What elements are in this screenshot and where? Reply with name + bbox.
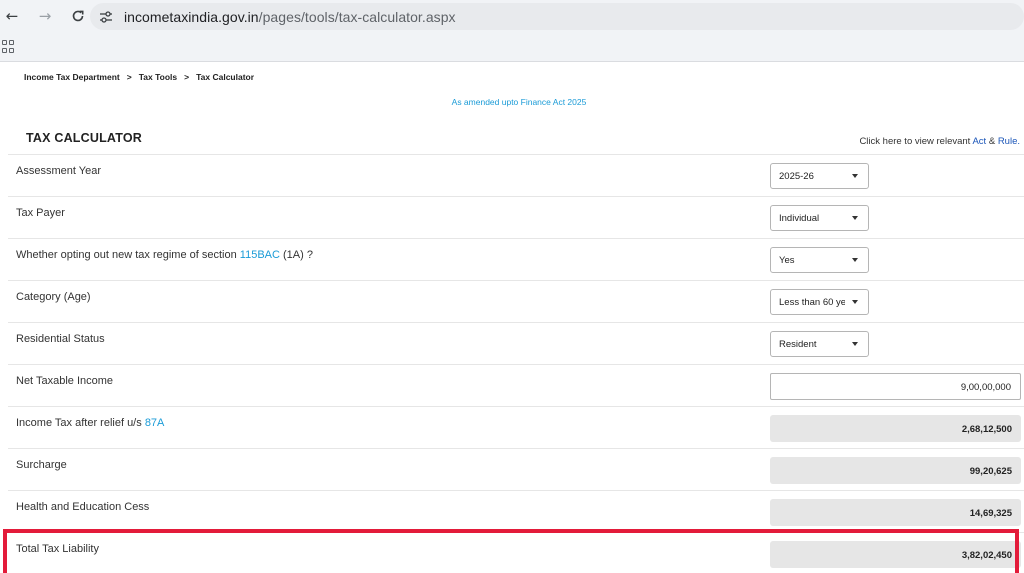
act-link[interactable]: Act: [972, 136, 986, 147]
income-tax-after-relief-label: Income Tax after relief u/s 87A: [16, 417, 164, 429]
row-category-age: Category (Age) Less than 60 years: [8, 280, 1024, 322]
row-residential-status: Residential Status Resident: [8, 322, 1024, 364]
residential-status-value: Resident: [779, 338, 817, 350]
row-surcharge: Surcharge 99,20,625: [8, 448, 1024, 490]
url-text: incometaxindia.gov.in/pages/tools/tax-ca…: [124, 9, 456, 25]
forward-arrow-icon[interactable]: →: [33, 4, 57, 28]
residential-status-select[interactable]: Resident: [770, 331, 869, 357]
breadcrumb-item-income-tax-department[interactable]: Income Tax Department: [24, 72, 120, 82]
chevron-down-icon: [852, 342, 858, 346]
address-bar[interactable]: incometaxindia.gov.in/pages/tools/tax-ca…: [90, 3, 1024, 30]
rule-link[interactable]: Rule.: [998, 136, 1020, 147]
chevron-down-icon: [852, 300, 858, 304]
breadcrumb-item-tax-tools[interactable]: Tax Tools: [139, 72, 177, 82]
breadcrumb: Income Tax Department > Tax Tools > Tax …: [24, 72, 254, 82]
chevron-down-icon: [852, 174, 858, 178]
bookmarks-bar: [0, 32, 1024, 62]
back-arrow-icon[interactable]: ←: [0, 4, 24, 28]
section-115bac-link[interactable]: 115BAC: [240, 249, 280, 261]
assessment-year-label: Assessment Year: [16, 165, 101, 177]
total-tax-liability-label: Total Tax Liability: [16, 543, 99, 555]
breadcrumb-separator: >: [126, 72, 132, 82]
row-health-education-cess: Health and Education Cess 14,69,325: [8, 490, 1024, 532]
page-title: TAX CALCULATOR: [26, 131, 142, 145]
breadcrumb-separator: >: [184, 72, 190, 82]
finance-act-note: As amended upto Finance Act 2025: [451, 97, 587, 107]
assessment-year-select[interactable]: 2025-26: [770, 163, 869, 189]
assessment-year-value: 2025-26: [779, 170, 814, 182]
opt-out-regime-label-suffix: (1A) ?: [283, 249, 313, 261]
act-rule-links: Click here to view relevant Act & Rule.: [859, 136, 1020, 147]
income-tax-after-relief-label-prefix: Income Tax after relief u/s: [16, 417, 142, 429]
opt-out-regime-label-prefix: Whether opting out new tax regime of sec…: [16, 249, 237, 261]
tax-payer-select[interactable]: Individual: [770, 205, 869, 231]
surcharge-value: 99,20,625: [770, 457, 1021, 484]
total-tax-liability-value: 3,82,02,450: [770, 541, 1021, 568]
url-host: incometaxindia.gov.in: [124, 8, 259, 25]
row-assessment-year: Assessment Year 2025-26: [8, 154, 1024, 196]
site-settings-icon[interactable]: [94, 7, 118, 27]
income-tax-after-relief-value: 2,68,12,500: [770, 415, 1021, 442]
opt-out-regime-label: Whether opting out new tax regime of sec…: [16, 249, 313, 261]
chevron-down-icon: [852, 216, 858, 220]
category-age-value: Less than 60 years: [779, 296, 845, 308]
row-opt-out-regime: Whether opting out new tax regime of sec…: [8, 238, 1024, 280]
page-content: Income Tax Department > Tax Tools > Tax …: [0, 63, 1024, 573]
opt-out-regime-select[interactable]: Yes: [770, 247, 869, 273]
act-rule-prefix: Click here to view relevant: [859, 136, 971, 147]
url-path: /pages/tools/tax-calculator.aspx: [258, 8, 456, 25]
net-taxable-income-label: Net Taxable Income: [16, 375, 114, 387]
category-age-select[interactable]: Less than 60 years: [770, 289, 869, 315]
browser-toolbar: ← → incometaxindia.gov.in/pages/tools/ta…: [0, 0, 1024, 32]
health-education-cess-value: 14,69,325: [770, 499, 1021, 526]
section-87a-link[interactable]: 87A: [145, 417, 165, 429]
act-rule-joiner: &: [988, 136, 996, 147]
residential-status-label: Residential Status: [16, 333, 105, 345]
row-income-tax-after-relief: Income Tax after relief u/s 87A 2,68,12,…: [8, 406, 1024, 448]
chevron-down-icon: [852, 258, 858, 262]
reload-icon[interactable]: [66, 4, 90, 28]
net-taxable-income-input[interactable]: 9,00,00,000: [770, 373, 1021, 400]
row-total-tax-liability: Total Tax Liability 3,82,02,450: [8, 532, 1024, 573]
row-net-taxable-income: Net Taxable Income 9,00,00,000: [8, 364, 1024, 406]
surcharge-label: Surcharge: [16, 459, 67, 471]
row-tax-payer: Tax Payer Individual: [8, 196, 1024, 238]
opt-out-regime-value: Yes: [779, 254, 795, 266]
category-age-label: Category (Age): [16, 291, 91, 303]
apps-grid-icon[interactable]: [2, 39, 16, 54]
tax-payer-value: Individual: [779, 212, 820, 224]
health-education-cess-label: Health and Education Cess: [16, 501, 150, 513]
breadcrumb-item-tax-calculator: Tax Calculator: [196, 72, 255, 82]
tax-payer-label: Tax Payer: [16, 207, 65, 219]
